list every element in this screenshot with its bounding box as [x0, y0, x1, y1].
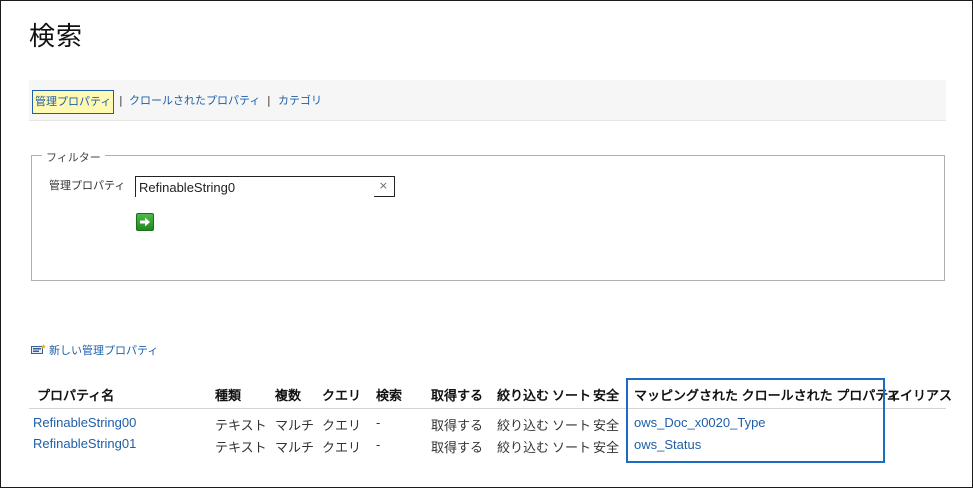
- col-header-query: クエリ: [322, 388, 362, 403]
- row-retrieve: 取得する: [431, 440, 484, 455]
- col-header-safe: 安全: [593, 388, 620, 403]
- col-header-name: プロパティ名: [37, 388, 115, 403]
- col-header-type: 種類: [215, 388, 242, 403]
- property-nav: 管理プロパティ | クロールされたプロパティ | カテゴリ: [29, 80, 946, 121]
- nav-categories[interactable]: カテゴリ: [278, 90, 322, 114]
- row-safe: 安全: [593, 440, 620, 455]
- page-title: 検索: [29, 22, 84, 52]
- row-multi: マルチ: [275, 418, 315, 433]
- new-property-icon: [31, 344, 46, 355]
- row-sort: ソート: [552, 440, 592, 455]
- nav-crawled-properties[interactable]: クロールされたプロパティ: [129, 90, 260, 114]
- col-header-multi: 複数: [275, 388, 302, 403]
- row-property-name[interactable]: RefinableString00: [33, 415, 136, 430]
- filter-legend: フィルター: [42, 149, 105, 165]
- mapped-properties-highlight: [626, 378, 885, 463]
- row-type: テキスト: [215, 440, 267, 455]
- row-property-name[interactable]: RefinableString01: [33, 436, 136, 451]
- arrow-right-icon: [140, 217, 150, 227]
- nav-managed-properties[interactable]: 管理プロパティ: [32, 90, 115, 114]
- col-header-alias: エイリアス: [887, 388, 953, 403]
- row-search: -: [376, 415, 381, 430]
- new-managed-property-link[interactable]: 新しい管理プロパティ: [31, 342, 158, 358]
- row-multi: マルチ: [275, 440, 315, 455]
- nav-separator: |: [267, 94, 271, 107]
- clear-icon[interactable]: ×: [379, 179, 388, 192]
- new-property-label: 新しい管理プロパティ: [49, 344, 159, 357]
- row-search: -: [376, 437, 381, 452]
- row-query: クエリ: [322, 440, 362, 455]
- row-sort: ソート: [552, 418, 592, 433]
- nav-separator: |: [119, 94, 123, 107]
- row-query: クエリ: [322, 418, 362, 433]
- row-safe: 安全: [593, 418, 620, 433]
- row-retrieve: 取得する: [431, 418, 484, 433]
- filter-label: 管理プロパティ: [49, 179, 126, 192]
- col-header-search: 検索: [376, 388, 403, 403]
- filter-fieldset: [31, 155, 945, 281]
- filter-input[interactable]: [136, 178, 374, 197]
- col-header-refine: 絞り込む: [497, 388, 550, 403]
- row-refine: 絞り込む: [497, 440, 550, 455]
- row-refine: 絞り込む: [497, 418, 550, 433]
- go-button[interactable]: [136, 213, 154, 231]
- filter-input-box: ×: [135, 176, 395, 197]
- col-header-sort: ソート: [552, 388, 592, 403]
- row-type: テキスト: [215, 418, 267, 433]
- col-header-retrieve: 取得する: [431, 388, 484, 403]
